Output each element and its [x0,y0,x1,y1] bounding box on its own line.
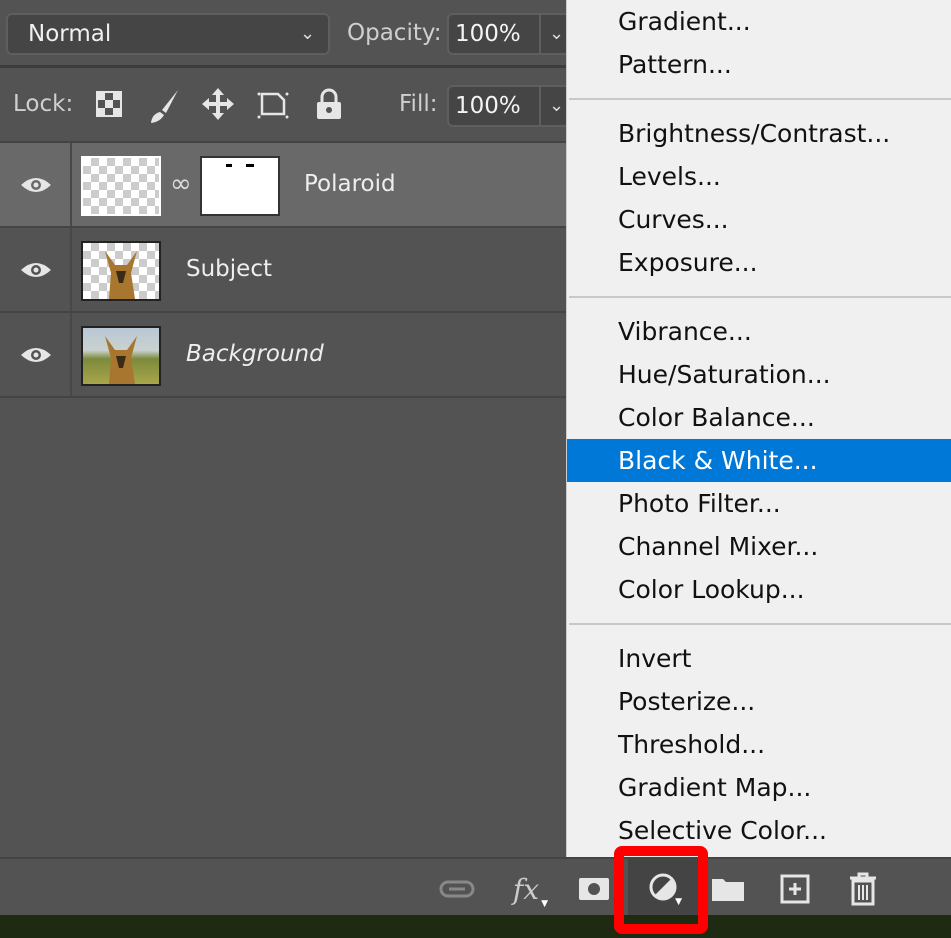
layer-name: Polaroid [304,171,396,197]
fx-label: fx [512,872,540,906]
menu-separator [567,611,951,637]
layer-mask-thumbnail[interactable] [200,156,280,216]
dog-image [105,336,137,384]
fill-label: Fill: [399,91,438,117]
menu-item-levels[interactable]: Levels... [567,155,951,198]
layer-name: Background [186,341,324,367]
menu-separator [567,284,951,310]
visibility-toggle[interactable] [0,143,72,226]
opacity-value: 100% [455,21,521,47]
menu-item-hue-saturation[interactable]: Hue/Saturation... [567,353,951,396]
trash-icon[interactable] [841,867,885,911]
layer-thumbnail[interactable] [81,156,161,216]
adjustment-layer-menu: Gradient... Pattern... Brightness/Contra… [566,0,951,857]
layer-thumbnail[interactable] [81,326,161,386]
lock-transparent-pixels-icon[interactable] [96,91,122,124]
menu-item-brightness-contrast[interactable]: Brightness/Contrast... [567,112,951,155]
link-layers-icon[interactable] [435,867,479,911]
menu-item-exposure[interactable]: Exposure... [567,241,951,284]
lock-label: Lock: [13,91,74,117]
menu-item-curves[interactable]: Curves... [567,198,951,241]
group-folder-icon[interactable] [706,867,750,911]
menu-item-black-white[interactable]: Black & White... [567,439,951,482]
opacity-label: Opacity: [347,20,442,46]
menu-item-color-balance[interactable]: Color Balance... [567,396,951,439]
fill-value: 100% [455,93,521,119]
chevron-down-icon[interactable]: ⌄ [549,87,564,125]
lock-all-icon[interactable] [316,88,342,127]
blend-mode-dropdown[interactable]: Normal ⌄ [6,13,330,55]
menu-item-color-lookup[interactable]: Color Lookup... [567,568,951,611]
layer-name: Subject [186,256,272,282]
callout-highlight-box [614,846,708,934]
eye-icon[interactable] [20,345,52,365]
menu-item-channel-mixer[interactable]: Channel Mixer... [567,525,951,568]
visibility-toggle[interactable] [0,313,72,396]
chevron-down-icon: ⌄ [300,23,316,44]
layer-row-background[interactable]: Background [0,313,566,398]
lock-artboard-icon[interactable] [256,88,290,127]
menu-item-invert[interactable]: Invert [567,637,951,680]
dog-image [105,251,137,299]
canvas-background [0,915,951,938]
opacity-input[interactable]: 100% ⌄ [447,13,577,55]
fx-icon[interactable]: fx ▼ [504,867,548,911]
link-chain-icon[interactable]: ∞ [170,169,192,199]
visibility-toggle[interactable] [0,228,72,311]
layers-bottom-bar: fx ▼ ▼ [0,857,951,915]
menu-separator [567,86,951,112]
new-layer-icon[interactable] [773,867,817,911]
chevron-down-icon[interactable]: ⌄ [549,15,564,53]
menu-item-threshold[interactable]: Threshold... [567,723,951,766]
layer-row-polaroid[interactable]: ∞ Polaroid [0,143,566,228]
lock-position-icon[interactable] [201,87,235,128]
lock-image-pixels-icon[interactable] [148,88,180,131]
menu-item-posterize[interactable]: Posterize... [567,680,951,723]
blend-mode-value: Normal [28,21,112,47]
fill-input[interactable]: 100% ⌄ [447,85,577,127]
menu-item-photo-filter[interactable]: Photo Filter... [567,482,951,525]
eye-icon[interactable] [20,175,52,195]
layer-row-subject[interactable]: Subject [0,228,566,313]
menu-item-gradient-map[interactable]: Gradient Map... [567,766,951,809]
eye-icon[interactable] [20,260,52,280]
menu-item-vibrance[interactable]: Vibrance... [567,310,951,353]
layer-thumbnail[interactable] [81,241,161,301]
add-mask-icon[interactable] [572,867,616,911]
menu-item-pattern[interactable]: Pattern... [567,43,951,86]
menu-item-gradient[interactable]: Gradient... [567,0,951,43]
